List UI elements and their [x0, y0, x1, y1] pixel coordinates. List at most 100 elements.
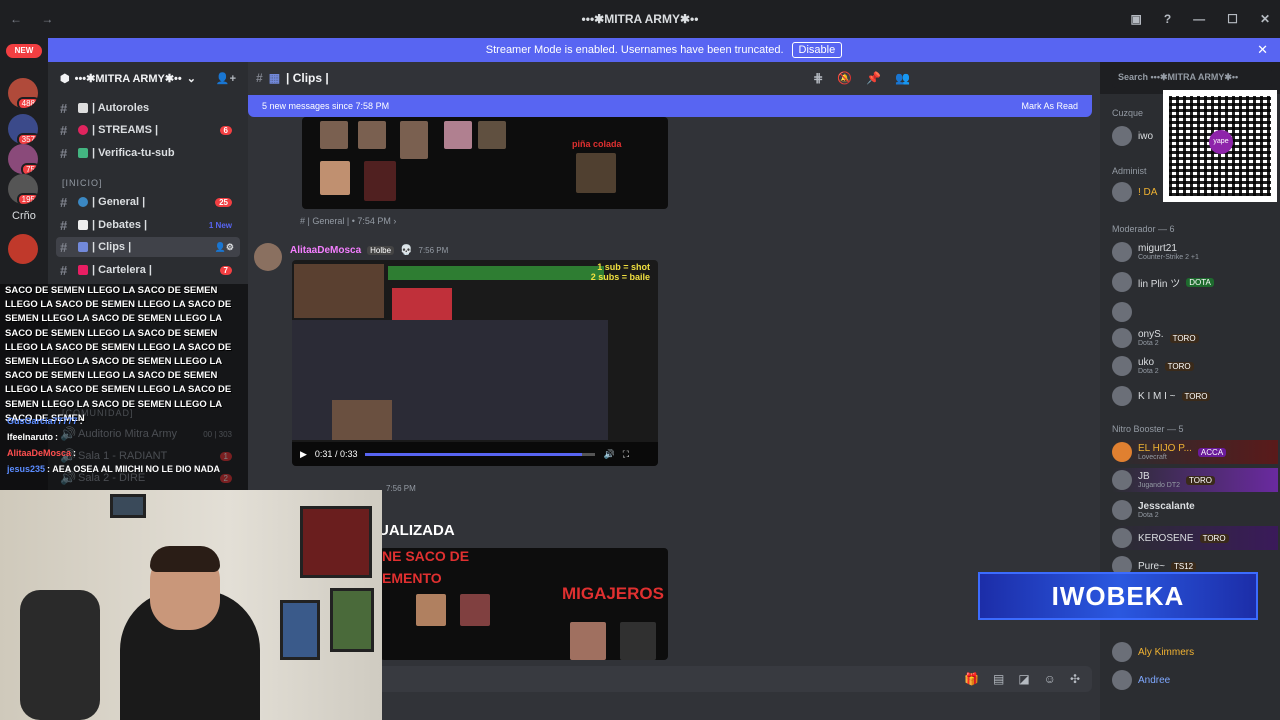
member-tag: TORO [1199, 533, 1229, 543]
member-item[interactable]: onyS. Dota 2 TORO [1112, 326, 1199, 350]
fullscreen-icon[interactable]: ⛶ [623, 449, 629, 460]
face-thumbnail [478, 121, 506, 149]
close-window-icon[interactable]: ✕ [1260, 12, 1270, 26]
stream-chat-overlay: SACO DE SEMEN LLEGO LA SACO DE SEMEN LLE… [0, 284, 248, 490]
server-icon[interactable]: 195 [8, 174, 38, 204]
face-thumbnail [416, 594, 446, 626]
channel-clips[interactable]: # | Clips | 👤⚙ [56, 237, 240, 257]
category-inicio[interactable]: [INICIO] [62, 178, 103, 188]
image-text: NE SACO DE [382, 548, 470, 564]
channel-label: | Clips | [92, 241, 132, 253]
member-item[interactable]: lin Plin ツ DOTA [1112, 270, 1214, 294]
banner-close-icon[interactable]: ✕ [1257, 42, 1268, 58]
hash-icon: # [60, 145, 68, 161]
members-icon[interactable]: 👥 [895, 71, 910, 85]
author-name[interactable]: AlitaaDeMosca [290, 245, 361, 256]
channel-streams[interactable]: # | STREAMS | 6 [56, 120, 240, 140]
maximize-icon[interactable]: ☐ [1227, 12, 1238, 26]
member-item[interactable]: JB Jugando DT2 TORO [1112, 468, 1278, 492]
video-progress[interactable] [365, 452, 596, 456]
volume-icon[interactable]: 🔊 [603, 449, 614, 460]
nav-arrows[interactable]: ← → [10, 12, 61, 26]
member-item[interactable]: Jesscalante Dota 2 [1112, 498, 1195, 522]
hash-icon: # [60, 194, 68, 210]
member-category: Administ [1112, 166, 1147, 176]
avatar[interactable] [254, 243, 282, 271]
pin-icon[interactable]: 📌 [866, 71, 881, 85]
new-messages-text: 5 new messages since 7:58 PM [262, 101, 390, 111]
channel-verifica[interactable]: # | Verifica-tu-sub [56, 143, 240, 163]
video-cam-thumb [332, 400, 392, 440]
help-icon[interactable]: ? [1164, 12, 1171, 26]
clip-image-1[interactable]: piña colada [302, 117, 668, 209]
avatar [1112, 386, 1132, 406]
member-name: lin Plin ツ [1138, 278, 1181, 290]
inbox-icon[interactable]: ▣ [1130, 12, 1141, 26]
member-name: Aly Kimmers [1138, 646, 1195, 658]
face-thumbnail [576, 153, 616, 193]
channel-settings-icon[interactable]: 👤⚙ [215, 242, 234, 253]
chat-msg: : [73, 448, 77, 458]
new-messages-bar[interactable]: 5 new messages since 7:58 PM Mark As Rea… [248, 95, 1092, 117]
disable-button[interactable]: Disable [791, 42, 843, 58]
channel-label: | Verifica-tu-sub [92, 147, 175, 159]
server-label[interactable]: Crño [12, 210, 36, 222]
channel-general[interactable]: # | General | 25 [56, 192, 240, 212]
server-icon[interactable]: 357 [8, 114, 38, 144]
guild-header[interactable]: ⬢ •••✱MITRA ARMY✱•• ⌄ 👤+ [48, 62, 248, 94]
sticker-icon[interactable]: ◪ [1018, 672, 1029, 686]
channel-debates[interactable]: # | Debates | 1 New [56, 215, 240, 235]
member-activity: Lovecraft [1138, 454, 1167, 461]
add-member-icon[interactable]: 👤+ [216, 72, 236, 85]
member-item[interactable]: migurt21 Counter-Strike 2 +1 [1112, 240, 1199, 264]
member-name: iwo [1138, 130, 1154, 142]
channel-autoroles[interactable]: # | Autoroles [56, 98, 240, 118]
wall-poster [330, 588, 374, 652]
member-category: Moderador — 6 [1112, 224, 1175, 234]
video-player[interactable]: 1 sub = shot 2 subs = baile ▶ 0:31 / 0:33… [292, 260, 658, 466]
member-activity: Dota 2 [1138, 512, 1159, 519]
search-input[interactable]: Search •••✱MITRA ARMY✱•• [1112, 68, 1272, 88]
threads-icon[interactable]: ⋕ [813, 71, 823, 85]
member-item[interactable]: uko Dota 2 TORO [1112, 354, 1194, 378]
pina-colada-label: piña colada [572, 139, 622, 149]
gaming-chair [20, 590, 100, 720]
server-icon[interactable]: 488 [8, 78, 38, 108]
play-icon[interactable]: ▶ [300, 449, 307, 460]
member-item[interactable]: EL HIJO P... Lovecraft ACCA [1112, 440, 1278, 464]
author-tag: Holbe [367, 246, 395, 255]
guild-name: •••✱MITRA ARMY✱•• [74, 72, 182, 85]
member-item[interactable]: KEROSENE TORO [1112, 526, 1278, 550]
member-item[interactable]: Andree [1112, 668, 1170, 692]
emoji-icon[interactable]: ☺ [1044, 672, 1056, 686]
clip-image-2[interactable]: NE SACO DE EMENTO MIGAJEROS [380, 548, 668, 660]
new-badge[interactable]: NEW [6, 44, 42, 58]
minimize-icon[interactable]: — [1193, 12, 1205, 26]
member-item[interactable]: Aly Kimmers [1112, 640, 1194, 664]
face-thumbnail [620, 622, 656, 660]
channel-emoji-icon [78, 265, 88, 275]
hash-icon: # [60, 122, 68, 138]
mark-as-read-button[interactable]: Mark As Read [1021, 101, 1078, 111]
streamer-name-overlay: IWOBEKA [978, 572, 1258, 620]
member-item[interactable]: ! DA [1112, 180, 1157, 204]
channel-cartelera[interactable]: # | Cartelera | 7 [56, 260, 240, 280]
face-thumbnail [320, 121, 348, 149]
member-item[interactable]: iwo [1112, 124, 1153, 148]
server-icon[interactable]: 75 [8, 144, 38, 174]
apps-icon[interactable]: ✣ [1070, 672, 1080, 686]
video-time: 0:31 / 0:33 [314, 449, 358, 459]
back-arrow-icon[interactable]: ← [10, 12, 30, 26]
window-title: •••✱MITRA ARMY✱•• [581, 12, 699, 26]
channel-link[interactable]: # | General | • 7:54 PM › [300, 216, 396, 226]
mute-icon[interactable]: 🔕 [837, 71, 852, 85]
gift-icon[interactable]: 🎁 [964, 672, 979, 686]
server-icon[interactable] [8, 234, 38, 264]
unread-count: 6 [219, 125, 232, 135]
forward-arrow-icon[interactable]: → [41, 12, 61, 26]
server-badge: 75 [21, 163, 38, 174]
member-item[interactable]: K I M I ~ TORO [1112, 384, 1211, 408]
chat-user: jesus235 [7, 464, 46, 474]
gif-icon[interactable]: ▤ [993, 672, 1004, 686]
member-tag: TORO [1169, 333, 1199, 343]
